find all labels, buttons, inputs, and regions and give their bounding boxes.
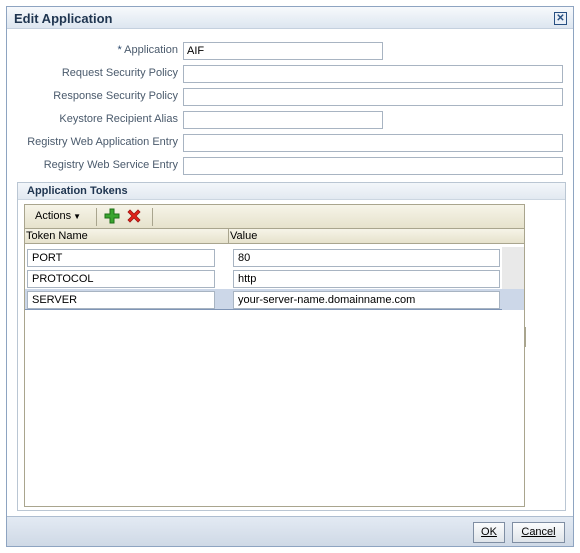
close-icon: ✕	[556, 13, 565, 24]
ok-button[interactable]: OK	[473, 522, 505, 543]
keystore-recipient-alias-input[interactable]	[183, 111, 383, 129]
registry-web-service-entry-label: Registry Web Service Entry	[43, 159, 178, 171]
tokens-table: Token Name Value	[24, 229, 526, 507]
row-gutter	[502, 268, 524, 289]
column-header-token-name[interactable]: Token Name	[25, 229, 229, 244]
application-row: * Application	[7, 42, 178, 60]
request-security-policy-row: Request Security Policy	[7, 65, 178, 83]
toolbar-separator	[96, 208, 97, 226]
request-security-policy-label: Request Security Policy	[61, 67, 178, 79]
red-x-icon	[127, 209, 141, 223]
actions-label: Actions	[35, 210, 72, 222]
plus-icon	[104, 208, 120, 224]
row-gutter	[502, 289, 524, 310]
registry-web-application-entry-label: Registry Web Application Entry	[27, 136, 178, 148]
dialog-footer: OK Cancel	[7, 516, 573, 546]
token-name-cell[interactable]	[27, 270, 215, 288]
keystore-recipient-alias-row: Keystore Recipient Alias	[7, 111, 178, 129]
registry-web-application-entry-input[interactable]	[183, 134, 563, 152]
table-row-selected[interactable]	[25, 289, 524, 310]
registry-web-service-entry-row: Registry Web Service Entry	[7, 157, 178, 175]
token-value-cell[interactable]	[233, 270, 500, 288]
close-button[interactable]: ✕	[554, 12, 567, 25]
actions-menu-button[interactable]: Actions ▼	[35, 210, 81, 222]
chevron-down-icon: ▼	[73, 212, 81, 221]
tokens-section-title: Application Tokens	[27, 185, 128, 197]
response-security-policy-label: Response Security Policy	[53, 90, 178, 102]
toolbar-separator	[152, 208, 153, 226]
table-row[interactable]	[25, 268, 524, 289]
row-gutter	[502, 247, 524, 268]
required-mark: *	[117, 44, 122, 56]
edit-application-dialog: Edit Application ✕ * Application Request…	[6, 6, 574, 547]
request-security-policy-input[interactable]	[183, 65, 563, 83]
delete-token-button[interactable]	[126, 208, 142, 224]
dialog-titlebar: Edit Application ✕	[7, 7, 573, 29]
application-tokens-panel: Application Tokens Actions ▼ Token Name V…	[17, 182, 566, 511]
application-label: * Application	[10, 44, 178, 56]
token-value-cell[interactable]	[233, 291, 500, 309]
tokens-toolbar: Actions ▼	[24, 204, 525, 229]
dialog-title: Edit Application	[14, 11, 113, 26]
token-name-cell[interactable]	[27, 291, 215, 309]
application-label-text: Application	[124, 44, 178, 56]
response-security-policy-input[interactable]	[183, 88, 563, 106]
token-value-cell[interactable]	[233, 249, 500, 267]
keystore-recipient-alias-label: Keystore Recipient Alias	[59, 113, 178, 125]
column-header-value[interactable]: Value	[229, 229, 524, 244]
table-scrollbar-edge	[525, 327, 526, 347]
add-token-button[interactable]	[104, 208, 120, 224]
response-security-policy-row: Response Security Policy	[7, 88, 178, 106]
application-input[interactable]	[183, 42, 383, 60]
tokens-panel-header: Application Tokens	[18, 183, 565, 200]
table-row[interactable]	[25, 247, 524, 268]
cancel-button[interactable]: Cancel	[512, 522, 565, 543]
registry-web-service-entry-input[interactable]	[183, 157, 563, 175]
registry-web-application-entry-row: Registry Web Application Entry	[7, 134, 178, 152]
token-name-cell[interactable]	[27, 249, 215, 267]
